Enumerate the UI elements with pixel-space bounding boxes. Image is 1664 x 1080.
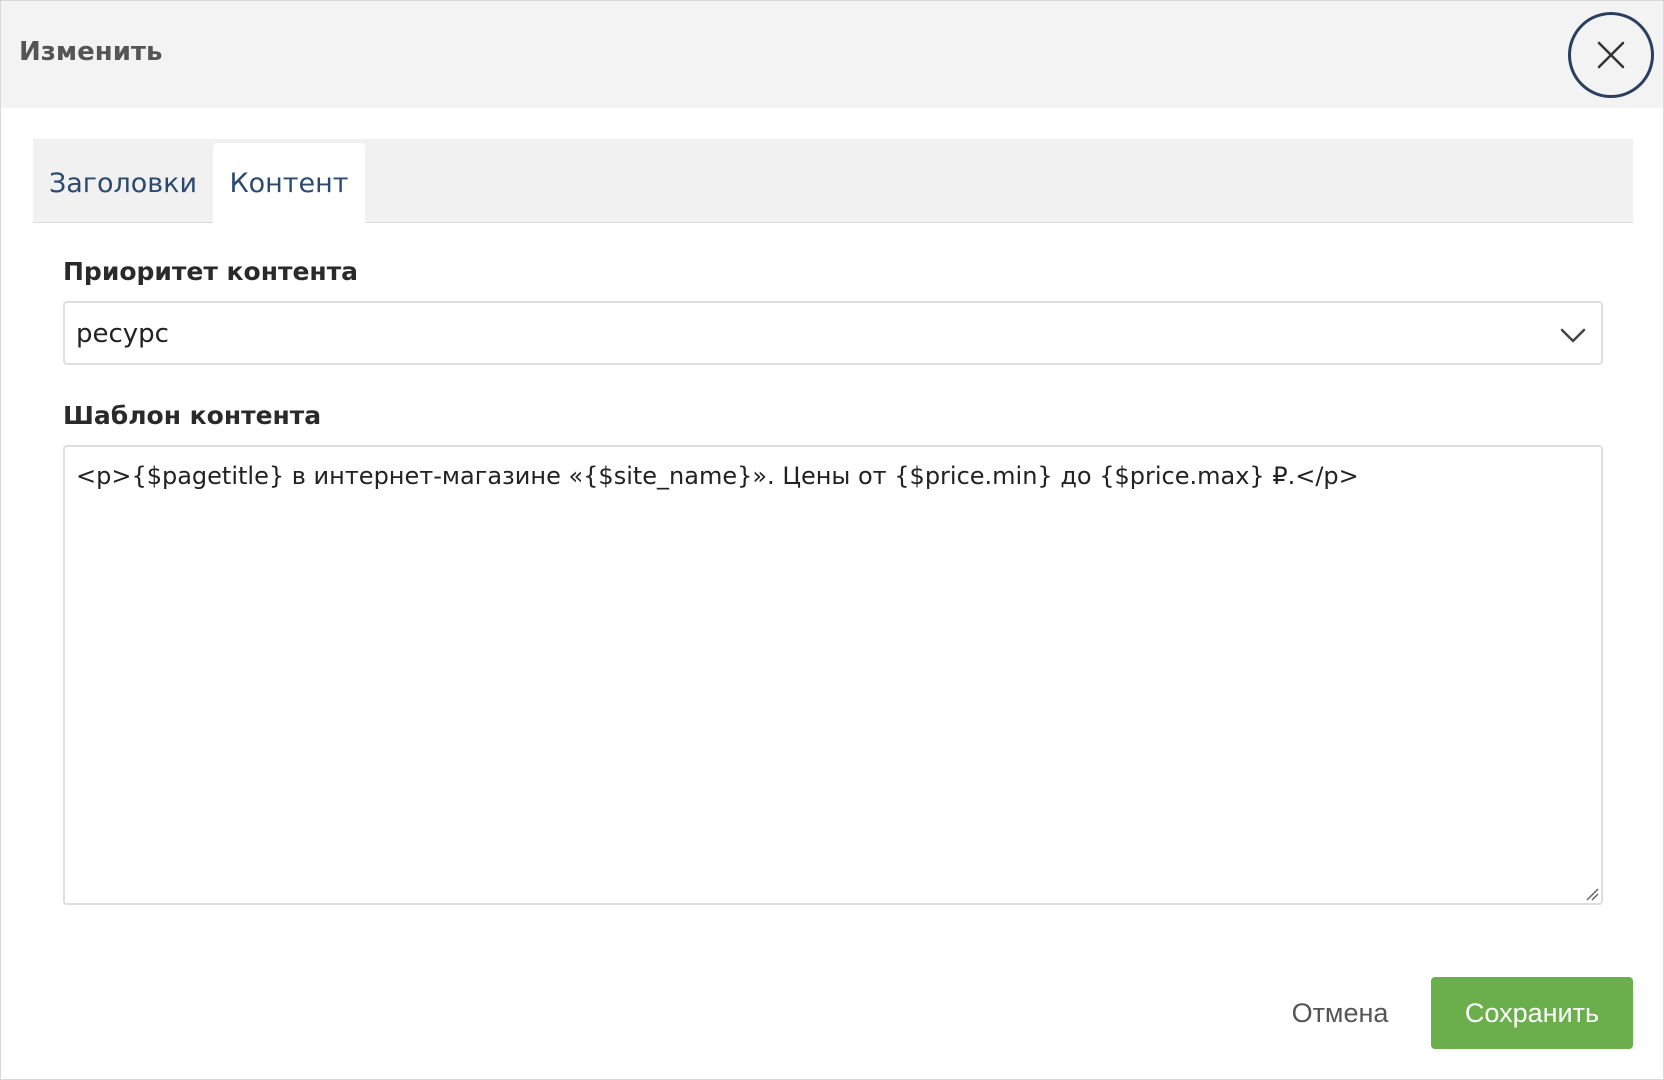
template-textarea[interactable]: <p>{$pagetitle} в интернет-магазине «{$s… — [63, 445, 1603, 905]
dialog-header: Изменить — [1, 1, 1663, 108]
resize-handle-icon[interactable] — [1585, 887, 1599, 901]
tab-headings[interactable]: Заголовки — [33, 143, 213, 223]
priority-select-value: ресурс — [76, 319, 169, 349]
chevron-down-icon — [1560, 328, 1586, 343]
edit-dialog: Изменить Заголовки Контент Приоритет кон… — [0, 0, 1664, 1080]
save-button[interactable]: Сохранить — [1431, 977, 1633, 1049]
tab-content[interactable]: Контент — [213, 143, 365, 224]
dialog-title: Изменить — [19, 37, 163, 67]
tab-bar: Заголовки Контент — [33, 139, 1633, 224]
priority-label: Приоритет контента — [63, 257, 359, 286]
close-icon — [1597, 41, 1625, 69]
priority-select[interactable]: ресурс — [63, 301, 1603, 365]
template-label: Шаблон контента — [63, 401, 322, 430]
close-button[interactable] — [1568, 12, 1654, 98]
cancel-button[interactable]: Отмена — [1271, 977, 1409, 1049]
